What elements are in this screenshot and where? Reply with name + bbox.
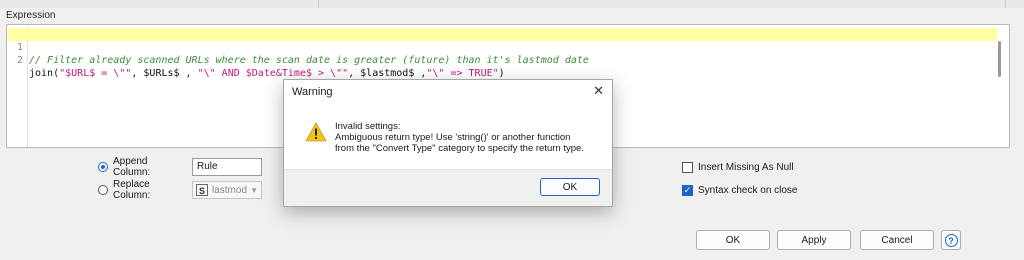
code-string: "\" AND $Date&Time$ > \"" [197, 68, 349, 79]
dialog-body: Invalid settings: Ambiguous return type!… [284, 102, 612, 172]
code-token: join( [29, 68, 60, 79]
close-icon[interactable]: ✕ [593, 83, 604, 99]
replace-column-select[interactable]: S lastmod ▼ [192, 181, 262, 199]
dialog-message-line: Invalid settings: [335, 121, 401, 132]
append-column-radio[interactable] [98, 162, 108, 172]
replace-column-label: Replace Column: [113, 179, 151, 201]
code-token: , $lastmod$ , [348, 68, 427, 79]
warning-dialog: Warning ✕ Invalid settings: Ambiguous re… [283, 79, 613, 207]
top-divider [1005, 0, 1006, 8]
help-icon: ? [944, 233, 958, 247]
code-line-1[interactable]: 1 // Filter already scanned URLs where t… [7, 28, 997, 66]
code-token: ) [498, 68, 505, 79]
ok-button[interactable]: OK [696, 230, 770, 250]
dialog-footer: OK [284, 169, 612, 206]
editor-scrollbar[interactable] [998, 41, 1001, 77]
dialog-message-line: Ambiguous return type! Use 'string()' or… [335, 132, 571, 143]
append-column-input[interactable]: Rule [192, 158, 262, 176]
code-token: , $URLs$ , [131, 68, 198, 79]
append-column-option[interactable]: Append Column: [98, 156, 183, 178]
top-divider [318, 0, 319, 8]
help-button[interactable]: ? [941, 230, 961, 250]
top-panel-strip [0, 0, 1024, 8]
replace-column-option[interactable]: Replace Column: [98, 179, 183, 201]
append-column-label: Append Column: [113, 156, 151, 178]
syntax-check-label: Syntax check on close [698, 184, 798, 196]
dialog-message: Invalid settings: Ambiguous return type!… [335, 121, 584, 154]
insert-missing-option[interactable]: Insert Missing As Null [682, 159, 794, 175]
chevron-down-icon: ▼ [250, 185, 258, 195]
expression-label: Expression [6, 10, 56, 21]
replace-column-radio[interactable] [98, 185, 108, 195]
cancel-button[interactable]: Cancel [860, 230, 934, 250]
code-comment: // Filter already scanned URLs where the… [29, 55, 589, 66]
insert-missing-checkbox[interactable] [682, 161, 693, 173]
warning-icon [305, 122, 327, 142]
line-number: 2 [16, 55, 23, 66]
dialog-ok-button[interactable]: OK [540, 178, 600, 196]
replace-column-value: lastmod [212, 184, 248, 196]
syntax-check-option[interactable]: ✓ Syntax check on close [682, 182, 798, 198]
syntax-check-checkbox[interactable]: ✓ [682, 184, 693, 196]
apply-button[interactable]: Apply [777, 230, 851, 250]
dialog-title: Warning [292, 86, 333, 98]
string-type-icon: S [196, 184, 208, 196]
code-string: "$URL$ = \"" [59, 68, 132, 79]
code-line-2[interactable]: 2 join("$URL$ = \"", $URLs$ , "\" AND $D… [7, 41, 997, 79]
code-string: "\" => TRUE" [426, 68, 499, 79]
insert-missing-label: Insert Missing As Null [698, 161, 794, 173]
dialog-message-line: from the "Convert Type" category to spec… [335, 143, 584, 154]
